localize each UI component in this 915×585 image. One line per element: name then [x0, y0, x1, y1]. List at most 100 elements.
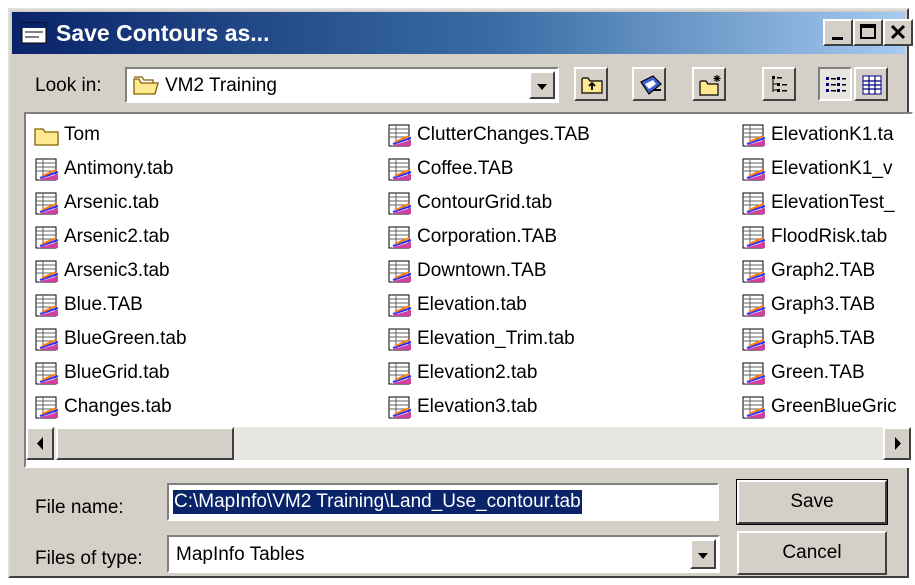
- file-name: BlueGrid.tab: [64, 362, 170, 383]
- go-to-desktop-button[interactable]: [632, 67, 666, 101]
- close-icon: [890, 24, 906, 40]
- table-file-icon: [388, 226, 412, 249]
- file-name-input[interactable]: C:\MapInfo\VM2 Training\Land_Use_contour…: [167, 483, 719, 521]
- file-name: GreenBlueGric: [771, 396, 897, 417]
- table-file-icon: [742, 362, 766, 385]
- file-name: Elevation.tab: [417, 294, 527, 315]
- table-file-icon: [388, 192, 412, 215]
- file-type-dropdown[interactable]: MapInfo Tables: [167, 535, 720, 573]
- table-file-icon: [742, 294, 766, 317]
- file-list[interactable]: Tom Antimony.tab Arsenic.tab Arsenic2.ta…: [24, 112, 913, 468]
- file-name: ContourGrid.tab: [417, 192, 553, 213]
- file-name: Changes.tab: [64, 396, 172, 417]
- look-in-dropdown[interactable]: VM2 Training: [125, 67, 559, 103]
- file-name: Graph2.TAB: [771, 260, 876, 281]
- scroll-right-button[interactable]: [883, 427, 911, 460]
- table-file-icon: [35, 260, 59, 283]
- window-title: Save Contours as...: [56, 20, 270, 46]
- table-file-icon: [35, 294, 59, 317]
- list-view-button[interactable]: [762, 67, 796, 101]
- file-name: Corporation.TAB: [417, 226, 558, 247]
- file-name: ElevationK1_v: [771, 158, 893, 179]
- file-name: Blue.TAB: [64, 294, 143, 315]
- horizontal-scrollbar[interactable]: [26, 427, 911, 460]
- file-name: Antimony.tab: [64, 158, 174, 179]
- table-file-icon: [35, 226, 59, 249]
- file-type-dropdown-button[interactable]: [690, 539, 716, 569]
- file-name: Arsenic2.tab: [64, 226, 170, 247]
- file-name: Coffee.TAB: [417, 158, 514, 179]
- file-type-label: Files of type:: [35, 548, 143, 569]
- table-file-icon: [388, 124, 412, 147]
- arrow-right-icon: [895, 437, 901, 450]
- table-file-icon: [35, 192, 59, 215]
- minimize-button[interactable]: [823, 19, 853, 46]
- file-name: Elevation_Trim.tab: [417, 328, 575, 349]
- save-button-label: Save: [790, 491, 834, 512]
- list-view-icon: [772, 76, 787, 92]
- file-name: Graph3.TAB: [771, 294, 876, 315]
- scroll-thumb[interactable]: [56, 427, 234, 460]
- file-type-value: MapInfo Tables: [176, 544, 305, 565]
- table-file-icon: [742, 396, 766, 419]
- scroll-left-button[interactable]: [26, 427, 54, 460]
- folder-icon: [133, 76, 159, 95]
- file-name: Tom: [64, 124, 100, 145]
- cancel-button[interactable]: Cancel: [737, 531, 887, 575]
- arrow-left-icon: [37, 437, 43, 450]
- save-button[interactable]: Save: [736, 479, 888, 525]
- chevron-down-icon: [698, 553, 708, 559]
- table-file-icon: [742, 124, 766, 147]
- create-new-folder-icon: [699, 75, 721, 96]
- create-new-folder-button[interactable]: [692, 67, 726, 101]
- go-to-desktop-icon: [640, 75, 662, 95]
- maximize-button[interactable]: [853, 19, 883, 46]
- table-file-icon: [388, 362, 412, 385]
- table-file-icon: [35, 158, 59, 181]
- chevron-down-icon: [537, 84, 547, 90]
- details-grid-icon: [862, 75, 882, 95]
- save-dialog: Save Contours as... Look in: VM2 Trainin…: [8, 8, 913, 578]
- file-name-label: File name:: [35, 497, 124, 518]
- look-in-label: Look in:: [35, 75, 102, 96]
- file-name: FloodRisk.tab: [771, 226, 888, 247]
- table-file-icon: [388, 328, 412, 351]
- table-file-icon: [742, 158, 766, 181]
- file-name: Downtown.TAB: [417, 260, 547, 281]
- file-name: ElevationTest_: [771, 192, 895, 213]
- title-bar[interactable]: Save Contours as...: [12, 12, 913, 54]
- table-file-icon: [35, 396, 59, 419]
- close-button[interactable]: [883, 19, 913, 46]
- table-file-icon: [742, 328, 766, 351]
- table-file-icon: [742, 260, 766, 283]
- file-name: Green.TAB: [771, 362, 865, 383]
- table-file-icon: [742, 192, 766, 215]
- table-file-icon: [742, 226, 766, 249]
- table-file-icon: [388, 158, 412, 181]
- folder-icon: [34, 128, 59, 146]
- details-view-button[interactable]: [818, 67, 852, 101]
- file-name: Arsenic3.tab: [64, 260, 170, 281]
- file-name: Elevation2.tab: [417, 362, 538, 383]
- table-file-icon: [35, 362, 59, 385]
- up-one-level-button[interactable]: [574, 67, 608, 101]
- table-file-icon: [388, 260, 412, 283]
- file-name: BlueGreen.tab: [64, 328, 187, 349]
- maximize-icon: [860, 24, 876, 39]
- window-icon: [21, 22, 47, 44]
- file-name: ElevationK1.ta: [771, 124, 894, 145]
- file-name-value: C:\MapInfo\VM2 Training\Land_Use_contour…: [173, 490, 582, 514]
- details-grid-button[interactable]: [854, 67, 888, 101]
- file-name: Arsenic.tab: [64, 192, 160, 213]
- table-file-icon: [35, 328, 59, 351]
- table-file-icon: [388, 396, 412, 419]
- look-in-dropdown-button[interactable]: [529, 71, 555, 99]
- minimize-icon: [832, 37, 843, 40]
- file-name: ClutterChanges.TAB: [417, 124, 590, 145]
- cancel-button-label: Cancel: [782, 542, 842, 563]
- file-name: Elevation3.tab: [417, 396, 538, 417]
- file-name: Graph5.TAB: [771, 328, 876, 349]
- details-view-icon: [826, 77, 846, 92]
- look-in-value: VM2 Training: [165, 75, 277, 96]
- table-file-icon: [388, 294, 412, 317]
